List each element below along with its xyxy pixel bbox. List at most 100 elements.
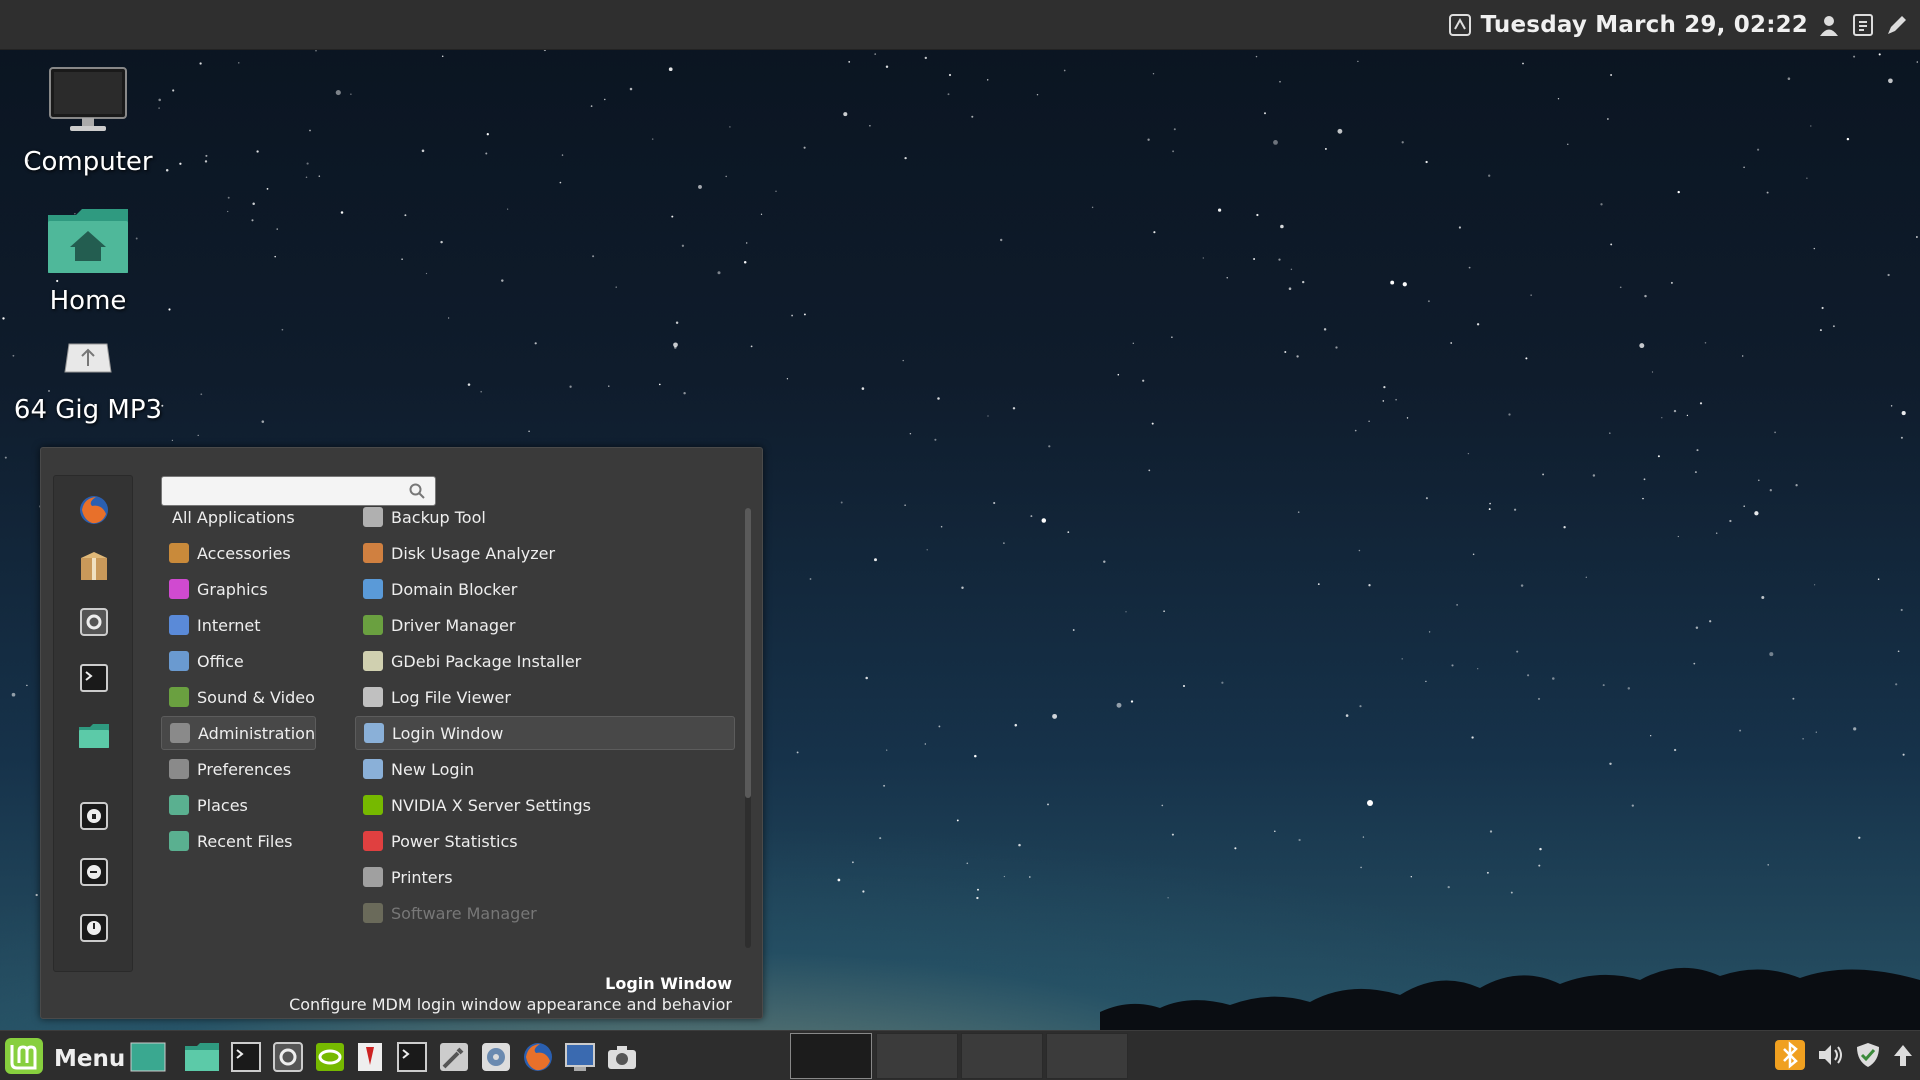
- terminal-icon[interactable]: [394, 1039, 430, 1075]
- category-item[interactable]: Preferences: [161, 752, 316, 786]
- volume-icon[interactable]: [1816, 1041, 1844, 1073]
- application-menu: All Applications Accessories Graphics Inter…: [40, 447, 763, 1019]
- category-item[interactable]: Places: [161, 788, 316, 822]
- app-list-scrollbar[interactable]: [745, 508, 751, 948]
- update-arrow-icon[interactable]: [1892, 1042, 1914, 1072]
- software-manager-icon: [363, 903, 383, 923]
- settings-icon[interactable]: [74, 602, 114, 642]
- app-item[interactable]: Domain Blocker: [355, 572, 735, 606]
- category-item[interactable]: Graphics: [161, 572, 316, 606]
- category-item[interactable]: Accessories: [161, 536, 316, 570]
- app-label: Login Window: [392, 723, 504, 743]
- category-label: Internet: [197, 615, 261, 635]
- app-item[interactable]: Backup Tool: [355, 500, 735, 534]
- graphics-icon: [169, 579, 189, 599]
- category-item[interactable]: All Applications: [161, 500, 316, 534]
- disk-icon[interactable]: [478, 1039, 514, 1075]
- category-item[interactable]: Administration: [161, 716, 316, 750]
- app-label: New Login: [391, 759, 475, 779]
- clock[interactable]: Tuesday March 29, 02:22: [1481, 12, 1808, 38]
- desktop-icon-usb-drive[interactable]: 64 Gig MP3: [8, 340, 168, 429]
- tools-icon[interactable]: [436, 1039, 472, 1075]
- files-icon[interactable]: [184, 1039, 220, 1075]
- favorites-sidebar: [53, 475, 133, 972]
- category-label: Accessories: [197, 543, 291, 563]
- app-item[interactable]: Driver Manager: [355, 608, 735, 642]
- app-label: NVIDIA X Server Settings: [391, 795, 591, 815]
- folder-icon[interactable]: [74, 716, 114, 756]
- terminal-icon[interactable]: [228, 1039, 264, 1075]
- monitor-icon[interactable]: [562, 1039, 598, 1075]
- workspace-3[interactable]: [961, 1033, 1043, 1079]
- desktop-icon-label: 64 Gig MP3: [13, 395, 163, 425]
- category-item[interactable]: Office: [161, 644, 316, 678]
- network-icon[interactable]: [1447, 12, 1473, 38]
- app-label: GDebi Package Installer: [391, 651, 582, 671]
- usb-drive-icon: [8, 340, 168, 387]
- terminal-icon[interactable]: [74, 658, 114, 698]
- disk-usage-icon: [363, 543, 383, 563]
- bottom-panel: Menu: [0, 1030, 1920, 1080]
- camera-icon[interactable]: [604, 1039, 640, 1075]
- firefox-icon[interactable]: [74, 490, 114, 530]
- preferences-icon: [169, 759, 189, 779]
- app-item[interactable]: Disk Usage Analyzer: [355, 536, 735, 570]
- text-editor-icon[interactable]: [352, 1039, 388, 1075]
- bluetooth-icon[interactable]: [1774, 1039, 1806, 1075]
- app-item[interactable]: Printers: [355, 860, 735, 894]
- power-statistics-icon: [363, 831, 383, 851]
- user-icon[interactable]: [1816, 12, 1842, 38]
- app-item[interactable]: Login Window: [355, 716, 735, 750]
- app-label: Backup Tool: [391, 507, 486, 527]
- app-item[interactable]: Log File Viewer: [355, 680, 735, 714]
- app-item[interactable]: Software Manager: [355, 896, 735, 930]
- desktop-icon-label: Computer: [23, 147, 153, 177]
- firefox-icon[interactable]: [520, 1039, 556, 1075]
- category-label: Preferences: [197, 759, 292, 779]
- lock-icon[interactable]: [74, 796, 114, 836]
- app-item[interactable]: Power Statistics: [355, 824, 735, 858]
- category-item[interactable]: Internet: [161, 608, 316, 642]
- domain-blocker-icon: [363, 579, 383, 599]
- desktop-icon-home[interactable]: Home: [8, 205, 168, 316]
- top-panel: Tuesday March 29, 02:22: [0, 0, 1920, 50]
- app-item[interactable]: GDebi Package Installer: [355, 644, 735, 678]
- category-label: Administration: [198, 723, 316, 743]
- app-description-text: Configure MDM login window appearance an…: [289, 995, 732, 1014]
- category-label: Graphics: [197, 579, 268, 599]
- multimedia-icon: [169, 687, 189, 707]
- top-panel-tray: Tuesday March 29, 02:22: [1447, 0, 1920, 50]
- logout-icon[interactable]: [74, 852, 114, 892]
- app-label: Driver Manager: [391, 615, 516, 635]
- office-icon: [169, 651, 189, 671]
- nvidia-icon[interactable]: [312, 1039, 348, 1075]
- package-icon[interactable]: [74, 546, 114, 586]
- workspace-1[interactable]: [790, 1033, 872, 1079]
- pen-icon[interactable]: [1884, 12, 1910, 38]
- shield-icon[interactable]: [1854, 1041, 1882, 1073]
- clipboard-icon[interactable]: [1850, 12, 1876, 38]
- app-label: Power Statistics: [391, 831, 518, 851]
- settings-icon[interactable]: [270, 1039, 306, 1075]
- log-viewer-icon: [363, 687, 383, 707]
- accessories-icon: [169, 543, 189, 563]
- show-desktop-icon[interactable]: [130, 1039, 166, 1075]
- home-folder-icon: [8, 205, 168, 282]
- new-login-icon: [363, 759, 383, 779]
- power-icon[interactable]: [74, 908, 114, 948]
- scrollbar-thumb[interactable]: [745, 508, 751, 798]
- package-installer-icon: [363, 651, 383, 671]
- app-item[interactable]: NVIDIA X Server Settings: [355, 788, 735, 822]
- desktop-icon-computer[interactable]: Computer: [8, 66, 168, 177]
- backup-icon: [363, 507, 383, 527]
- app-label: Domain Blocker: [391, 579, 518, 599]
- category-item[interactable]: Recent Files: [161, 824, 316, 858]
- linux-mint-logo-icon: [4, 1037, 44, 1080]
- menu-button[interactable]: Menu: [4, 1037, 125, 1080]
- category-label: Office: [197, 651, 244, 671]
- app-item[interactable]: New Login: [355, 752, 735, 786]
- workspace-4[interactable]: [1046, 1033, 1128, 1079]
- workspace-2[interactable]: [876, 1033, 958, 1079]
- printer-icon: [363, 867, 383, 887]
- category-item[interactable]: Sound & Video: [161, 680, 316, 714]
